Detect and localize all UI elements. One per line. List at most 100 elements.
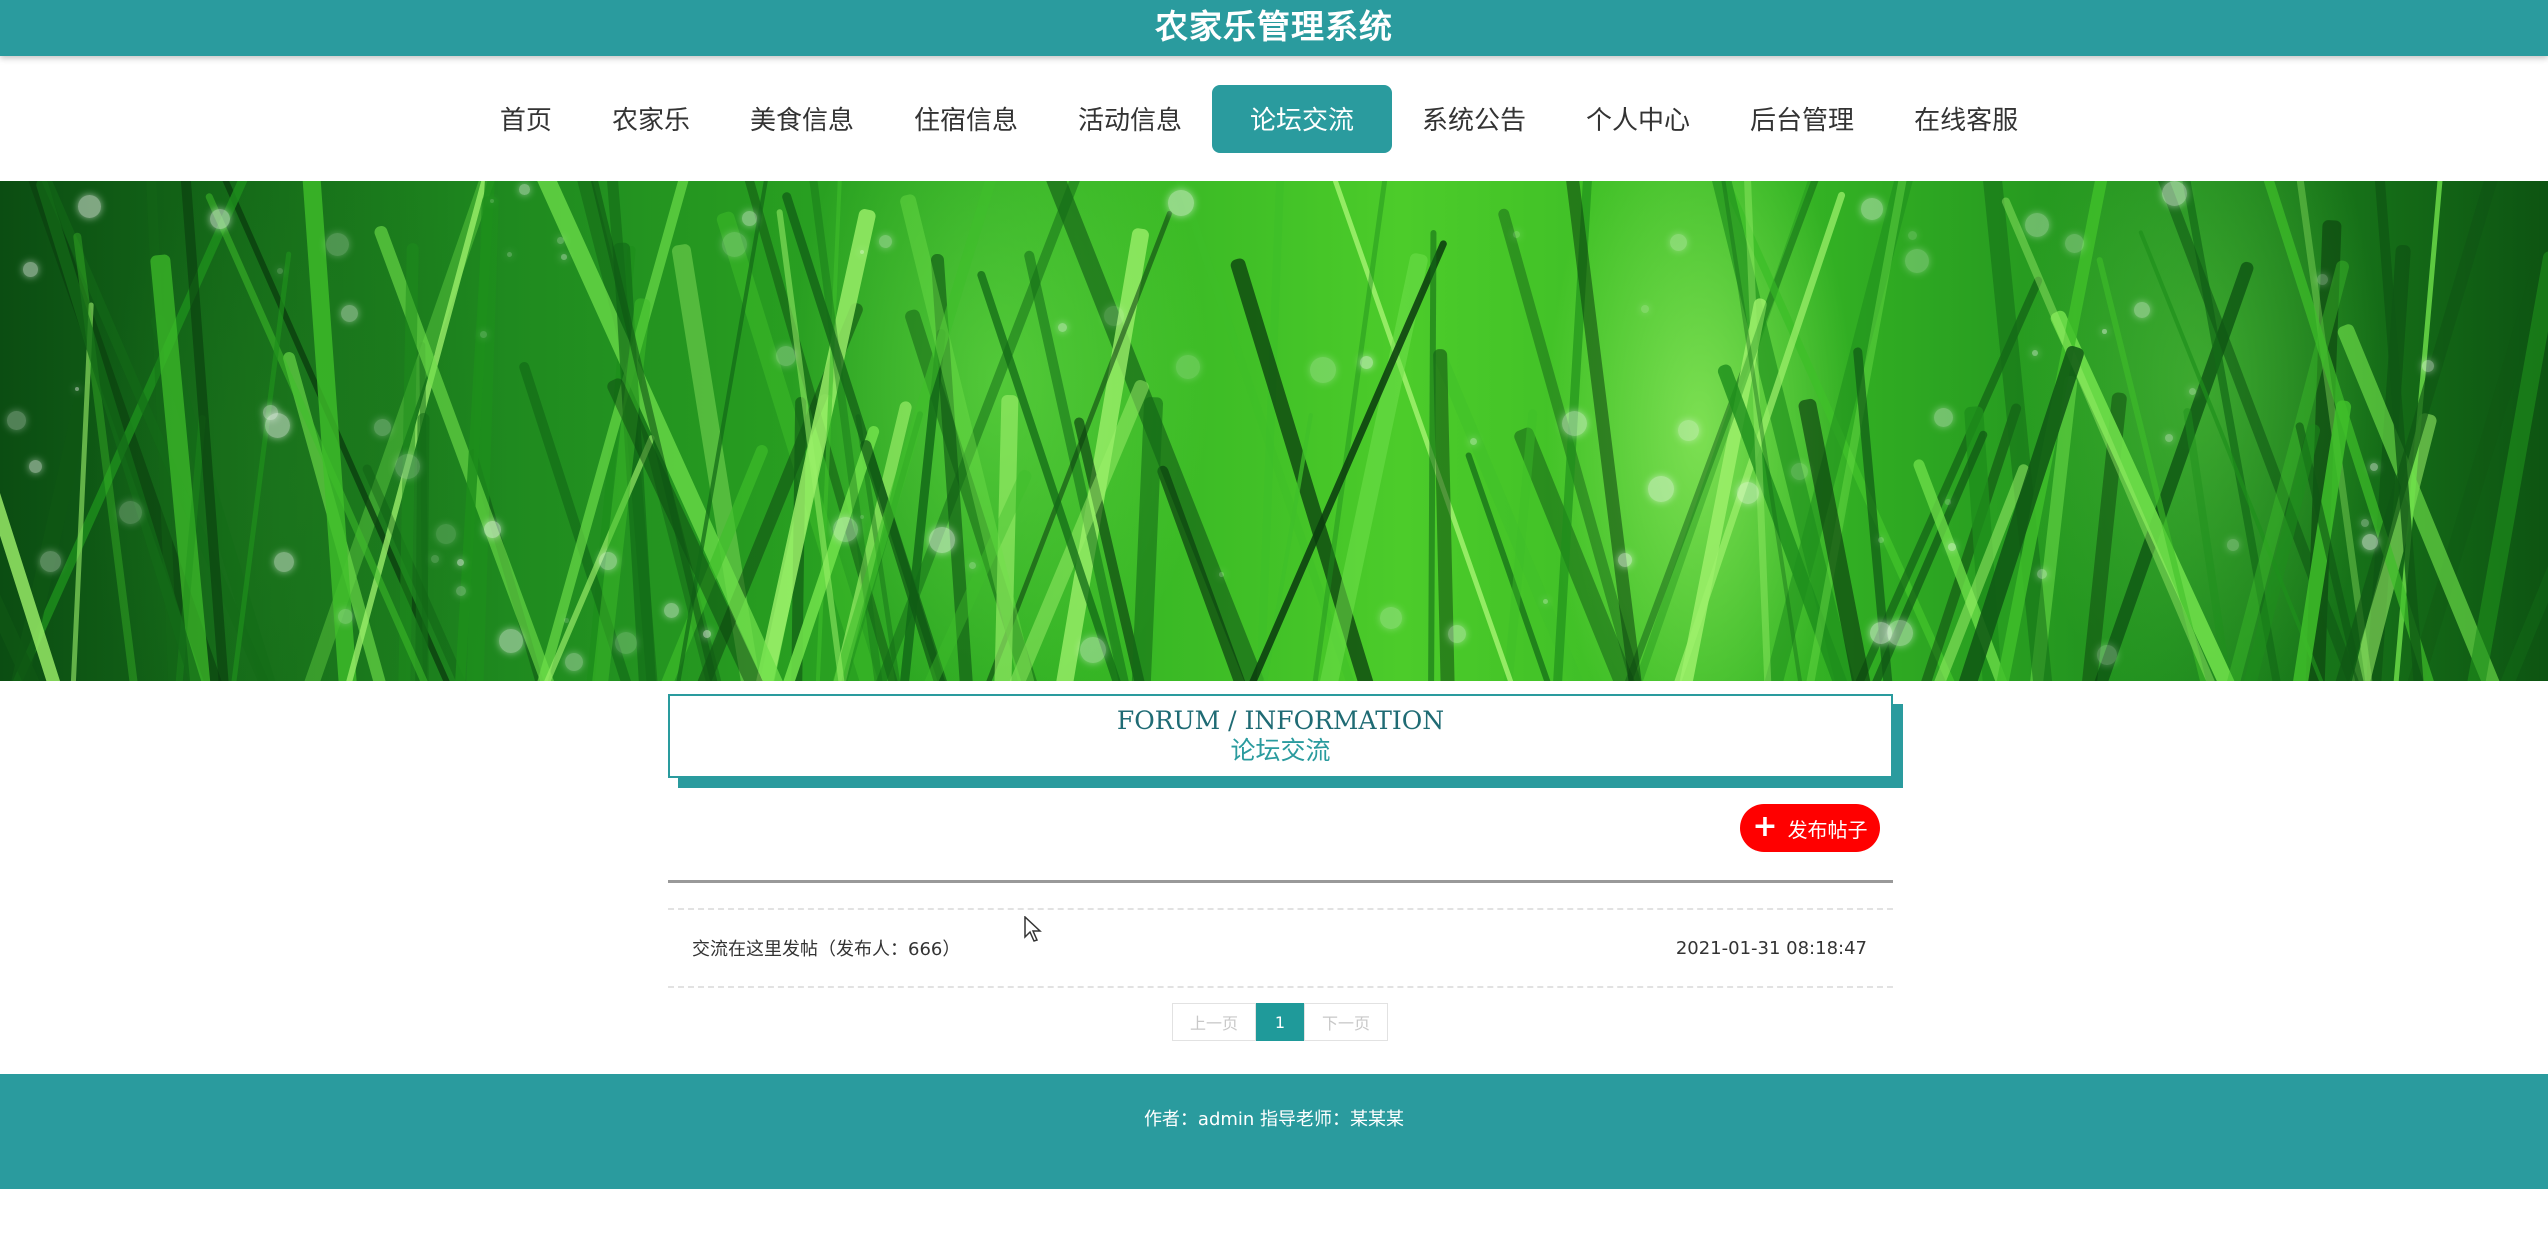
dew-drop bbox=[341, 305, 359, 323]
dew-drop bbox=[1360, 356, 1373, 369]
dew-drop bbox=[23, 262, 38, 277]
grass-blade bbox=[1229, 256, 1379, 681]
dew-drop bbox=[263, 405, 278, 420]
dew-drop bbox=[484, 521, 501, 538]
dew-drop bbox=[457, 559, 464, 566]
dew-drop bbox=[40, 551, 62, 573]
dew-drop bbox=[2097, 645, 2117, 665]
dew-drop bbox=[1310, 357, 1336, 383]
dew-drop bbox=[29, 460, 43, 474]
row-separator bbox=[668, 986, 1893, 988]
new-post-button[interactable]: + 发布帖子 bbox=[1740, 804, 1880, 852]
pagination: 上一页 1 下一页 bbox=[1172, 1003, 1388, 1041]
dew-drop bbox=[2102, 329, 2107, 334]
dew-drop bbox=[615, 632, 638, 655]
grass-blade bbox=[1131, 396, 1164, 681]
next-page-button[interactable]: 下一页 bbox=[1304, 1003, 1388, 1041]
dew-drop bbox=[2165, 434, 2174, 443]
dew-drop bbox=[1945, 499, 1951, 505]
nav-item-farmstay[interactable]: 农家乐 bbox=[582, 85, 720, 153]
nav-item-forum[interactable]: 论坛交流 bbox=[1212, 84, 1393, 153]
footer-credits: 作者：admin 指导老师：某某某 bbox=[1143, 1108, 1405, 1130]
hero-banner-grass-image bbox=[0, 181, 2548, 681]
dew-drop bbox=[2317, 274, 2329, 286]
dew-drop bbox=[1380, 607, 1402, 629]
dew-drop bbox=[2361, 519, 2370, 528]
dew-drop bbox=[326, 233, 350, 257]
dew-drop bbox=[1648, 476, 1674, 502]
dew-drop bbox=[277, 268, 283, 274]
dew-drop bbox=[664, 603, 680, 619]
dew-drop bbox=[2134, 302, 2150, 318]
dew-drop bbox=[703, 630, 712, 639]
dew-drop bbox=[78, 195, 101, 218]
nav-item-admin[interactable]: 后台管理 bbox=[1720, 85, 1884, 153]
dew-drop bbox=[879, 235, 893, 249]
dew-drop bbox=[431, 555, 439, 563]
dew-drop bbox=[1562, 411, 1588, 437]
dew-drop bbox=[1618, 553, 1633, 568]
dew-drop bbox=[1080, 637, 1106, 663]
nav-item-activities[interactable]: 活动信息 bbox=[1048, 85, 1212, 153]
dew-drop bbox=[1678, 420, 1699, 441]
plus-icon: + bbox=[1752, 808, 1778, 844]
dew-drop bbox=[7, 411, 26, 430]
dew-drop bbox=[969, 562, 976, 569]
grass-blade bbox=[1428, 230, 1437, 681]
dew-drop bbox=[1448, 625, 1467, 644]
dew-drop bbox=[833, 517, 858, 542]
dew-drop bbox=[1168, 190, 1194, 216]
dew-drop bbox=[210, 209, 230, 229]
nav-item-lodging[interactable]: 住宿信息 bbox=[884, 85, 1048, 153]
dew-drop bbox=[2032, 350, 2038, 356]
table-row[interactable]: 交流在这里发帖（发布人：666） 2021-01-31 08:18:47 bbox=[668, 910, 1893, 986]
dew-drop bbox=[2162, 181, 2188, 207]
post-time: 2021-01-31 08:18:47 bbox=[1675, 937, 1867, 959]
dew-drop bbox=[564, 618, 569, 623]
dew-drop bbox=[507, 252, 513, 258]
current-page-button[interactable]: 1 bbox=[1256, 1003, 1304, 1041]
dew-drop bbox=[456, 586, 466, 596]
dew-drop bbox=[499, 629, 523, 653]
top-header: 农家乐管理系统 bbox=[0, 0, 2548, 56]
dew-drop bbox=[2370, 463, 2379, 472]
dew-drop bbox=[2227, 539, 2239, 551]
dew-drop bbox=[1948, 543, 1956, 551]
post-title[interactable]: 交流在这里发帖（发布人：666） bbox=[692, 935, 960, 961]
dew-drop bbox=[1905, 249, 1929, 273]
dew-drop bbox=[1887, 620, 1913, 646]
dew-drop bbox=[1641, 305, 1650, 314]
dew-drop bbox=[557, 237, 564, 244]
grass-blade bbox=[415, 412, 430, 681]
dew-drop bbox=[1104, 306, 1124, 326]
dew-drop bbox=[374, 419, 391, 436]
dew-drop bbox=[2025, 213, 2049, 237]
dew-drop bbox=[561, 254, 567, 260]
dew-drop bbox=[1513, 231, 1521, 239]
dew-drop bbox=[776, 346, 797, 367]
dew-drop bbox=[1176, 355, 1200, 379]
dew-drop bbox=[929, 527, 955, 553]
footer: 作者：admin 指导老师：某某某 bbox=[0, 1074, 2548, 1189]
prev-page-button[interactable]: 上一页 bbox=[1172, 1003, 1256, 1041]
dew-drop bbox=[1670, 234, 1688, 252]
section-header: FORUM / INFORMATION 论坛交流 bbox=[668, 694, 1893, 778]
dew-drop bbox=[860, 515, 865, 520]
dew-drop bbox=[1861, 198, 1883, 220]
dew-drop bbox=[519, 184, 530, 195]
dew-drop bbox=[1878, 537, 1884, 543]
nav-item-customer-service[interactable]: 在线客服 bbox=[1884, 85, 2048, 153]
main-nav: 首页 农家乐 美食信息 住宿信息 活动信息 论坛交流 系统公告 个人中心 后台管… bbox=[0, 56, 2548, 181]
mouse-cursor-icon bbox=[1024, 916, 1042, 942]
nav-item-announcements[interactable]: 系统公告 bbox=[1392, 85, 1556, 153]
dew-drop bbox=[2422, 360, 2434, 372]
dew-drop bbox=[436, 524, 457, 545]
nav-item-food[interactable]: 美食信息 bbox=[720, 85, 884, 153]
nav-item-personal-center[interactable]: 个人中心 bbox=[1556, 85, 1720, 153]
dew-drop bbox=[742, 211, 757, 226]
nav-item-home[interactable]: 首页 bbox=[470, 85, 582, 153]
new-post-label: 发布帖子 bbox=[1787, 817, 1868, 842]
dew-drop bbox=[565, 653, 584, 672]
site-title: 农家乐管理系统 bbox=[1155, 7, 1393, 46]
dew-drop bbox=[1908, 231, 1918, 241]
